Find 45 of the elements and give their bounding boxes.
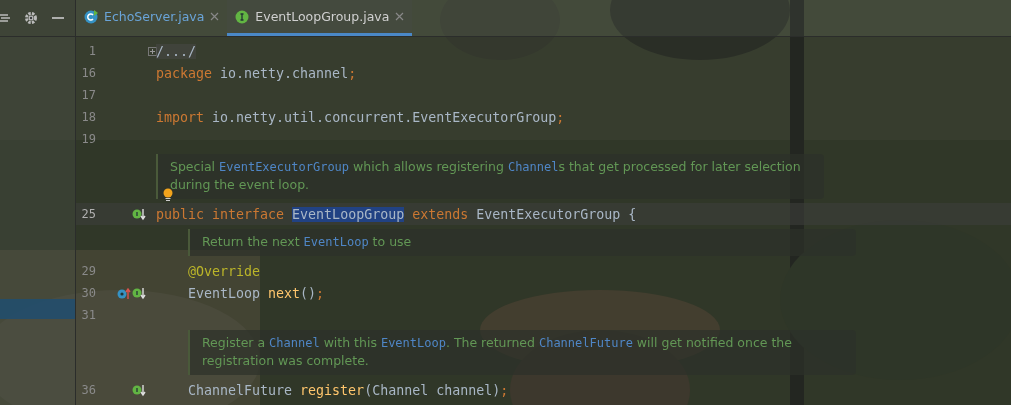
- interface-icon: [235, 9, 250, 24]
- doc-comment: Return the next EventLoop to use: [188, 229, 856, 256]
- line-number: 19: [80, 132, 96, 146]
- doc-comment: Register a Channel with this EventLoop. The returned ChannelFuture will get notified once the registration was complete.: [188, 330, 856, 375]
- code-token: ;: [556, 109, 565, 125]
- line-number: 1: [87, 44, 96, 58]
- implemented-icon[interactable]: [132, 286, 146, 300]
- code-token: ;: [500, 382, 509, 398]
- line-number: 25: [80, 207, 96, 221]
- close-icon[interactable]: [395, 12, 405, 21]
- overrides-icon[interactable]: [117, 286, 131, 300]
- settings-icon[interactable]: [24, 11, 38, 25]
- editor-tab[interactable]: EchoServer.java: [76, 0, 228, 36]
- editor-tab[interactable]: EventLoopGroup.java: [227, 0, 413, 36]
- code-token: ;: [348, 65, 357, 81]
- line-number: 30: [80, 286, 96, 300]
- collapse-icon[interactable]: [0, 12, 10, 24]
- line-number: 36: [80, 383, 96, 397]
- class-icon: [84, 9, 98, 24]
- code-token: public interface: [156, 206, 286, 222]
- code-token: io.netty.util.concurrent.EventExecutorGroup: [212, 109, 557, 125]
- code-token: extends: [411, 206, 470, 222]
- code-token: @Override: [188, 263, 261, 279]
- code-token: io.netty.channel: [220, 65, 349, 81]
- code-token: ChannelFuture: [188, 382, 294, 398]
- code-token[interactable]: /.../: [156, 43, 197, 59]
- code-token: (Channel channel): [364, 382, 501, 398]
- code-token: register: [300, 382, 365, 398]
- doc-comment: Special EventExecutorGroup which allows registering Channels that get processed for later selection during the event loop.: [156, 154, 824, 199]
- expand-fold-icon[interactable]: [148, 46, 157, 56]
- code-token: (): [300, 285, 317, 301]
- code-token: EventLoop: [188, 285, 262, 301]
- code-token: ;: [316, 285, 325, 301]
- line-number: 18: [80, 110, 96, 124]
- implemented-icon[interactable]: [132, 383, 146, 397]
- line-number: 17: [80, 88, 96, 102]
- code-token: package: [156, 65, 214, 81]
- line-number: 16: [80, 66, 96, 80]
- code-token: EventExecutorGroup {: [476, 206, 637, 222]
- code-token: next: [268, 285, 301, 301]
- line-number: 29: [80, 264, 96, 278]
- close-icon[interactable]: [210, 12, 220, 21]
- implemented-icon[interactable]: [132, 207, 146, 221]
- code-token: import: [156, 109, 206, 125]
- line-number: 31: [80, 308, 96, 322]
